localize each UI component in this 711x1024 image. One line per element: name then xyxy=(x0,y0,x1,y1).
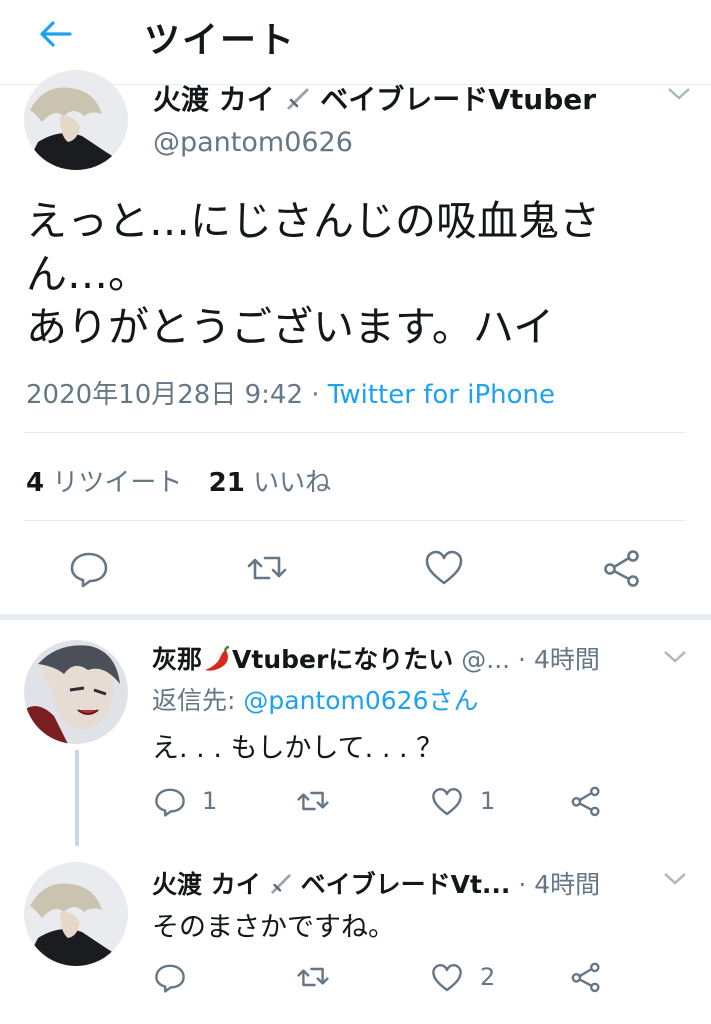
author-handle[interactable]: @pantom0626 xyxy=(153,127,353,158)
timestamp[interactable]: 2020年10月28日 9:42 xyxy=(26,380,303,410)
reply-author-suffix: ベイブレードVt... xyxy=(300,870,511,899)
reply-author-suffix: Vtuberになりたい xyxy=(232,645,454,674)
reply-author[interactable]: 火渡 カイ ベイブレードVt... · 4時間 xyxy=(152,865,600,901)
reply-time: · 4時間 xyxy=(518,870,601,899)
reply-icon[interactable] xyxy=(154,785,186,817)
thread-line xyxy=(75,750,79,846)
author-name[interactable]: 火渡 カイ ベイブレードVtuber xyxy=(153,78,596,118)
reply-count: 1 xyxy=(202,787,218,815)
tweet-text-line: えっと…にじさんじの吸血鬼さ xyxy=(26,197,600,245)
avatar[interactable] xyxy=(24,70,128,170)
reply-to-link[interactable]: @pantom0626さん xyxy=(243,686,478,715)
retweet-label: リツイート xyxy=(52,468,183,498)
avatar[interactable] xyxy=(24,862,128,966)
tweet-meta: 2020年10月28日 9:42 · Twitter for iPhone xyxy=(26,374,555,411)
like-count: 1 xyxy=(480,787,496,815)
share-icon[interactable] xyxy=(602,548,642,588)
avatar[interactable] xyxy=(24,640,128,744)
source-link[interactable]: Twitter for iPhone xyxy=(328,380,555,410)
reply-author-name: 灰那 xyxy=(152,645,203,674)
tweet-text: えっと…にじさんじの吸血鬼さ ん…。 ありがとうございます。ハイ xyxy=(26,195,600,354)
chevron-down-icon[interactable] xyxy=(662,871,688,887)
like-count: 2 xyxy=(480,963,496,991)
retweet-stat[interactable]: 4 リツイート xyxy=(26,468,191,498)
chevron-down-icon[interactable] xyxy=(666,86,692,102)
like-count: 21 xyxy=(208,468,245,498)
top-bar: ツイート xyxy=(0,0,711,85)
sword-icon xyxy=(270,874,291,894)
like-stat[interactable]: 21 いいね xyxy=(209,468,331,498)
reply-to-label: 返信先: xyxy=(152,686,236,715)
reply-to: 返信先: @pantom0626さん xyxy=(152,681,479,717)
sword-icon xyxy=(287,88,308,110)
share-icon[interactable] xyxy=(570,961,602,993)
reply-text: え. . . もしかして. . . ？ xyxy=(152,733,444,764)
author-name-suffix: ベイブレードVtuber xyxy=(320,83,597,116)
reply-text: そのまさかですね。 xyxy=(152,912,395,943)
like-icon[interactable] xyxy=(431,786,463,818)
tweet-text-line: ん…。 xyxy=(26,250,149,298)
section-separator xyxy=(0,614,711,620)
author-display-name: 火渡 カイ xyxy=(153,83,275,116)
retweet-icon[interactable] xyxy=(247,548,287,588)
back-arrow-icon[interactable] xyxy=(36,18,76,50)
retweet-icon[interactable] xyxy=(297,961,329,993)
like-label: いいね xyxy=(253,468,332,498)
like-icon[interactable] xyxy=(424,548,464,588)
tweet-text-line: ありがとうございます。ハイ xyxy=(26,303,555,351)
reply-icon[interactable] xyxy=(154,961,186,993)
divider xyxy=(24,520,686,521)
reply-author-handle: @... xyxy=(461,645,511,674)
reply-time: · 4時間 xyxy=(518,645,600,674)
like-icon[interactable] xyxy=(431,962,463,994)
page-title: ツイート xyxy=(144,20,297,61)
retweet-count: 4 xyxy=(26,468,45,498)
share-icon[interactable] xyxy=(570,785,602,817)
tweet-stats: 4 リツイート 21 いいね xyxy=(26,462,331,499)
meta-separator: · xyxy=(311,380,320,410)
chili-pepper-icon xyxy=(205,645,230,671)
reply-icon[interactable] xyxy=(69,548,109,588)
chevron-down-icon[interactable] xyxy=(662,649,688,665)
reply-author[interactable]: 灰那 Vtuberになりたい @... · 4時間 xyxy=(152,640,600,676)
retweet-icon[interactable] xyxy=(297,785,329,817)
reply-author-name: 火渡 カイ xyxy=(152,870,261,899)
divider xyxy=(24,432,686,433)
